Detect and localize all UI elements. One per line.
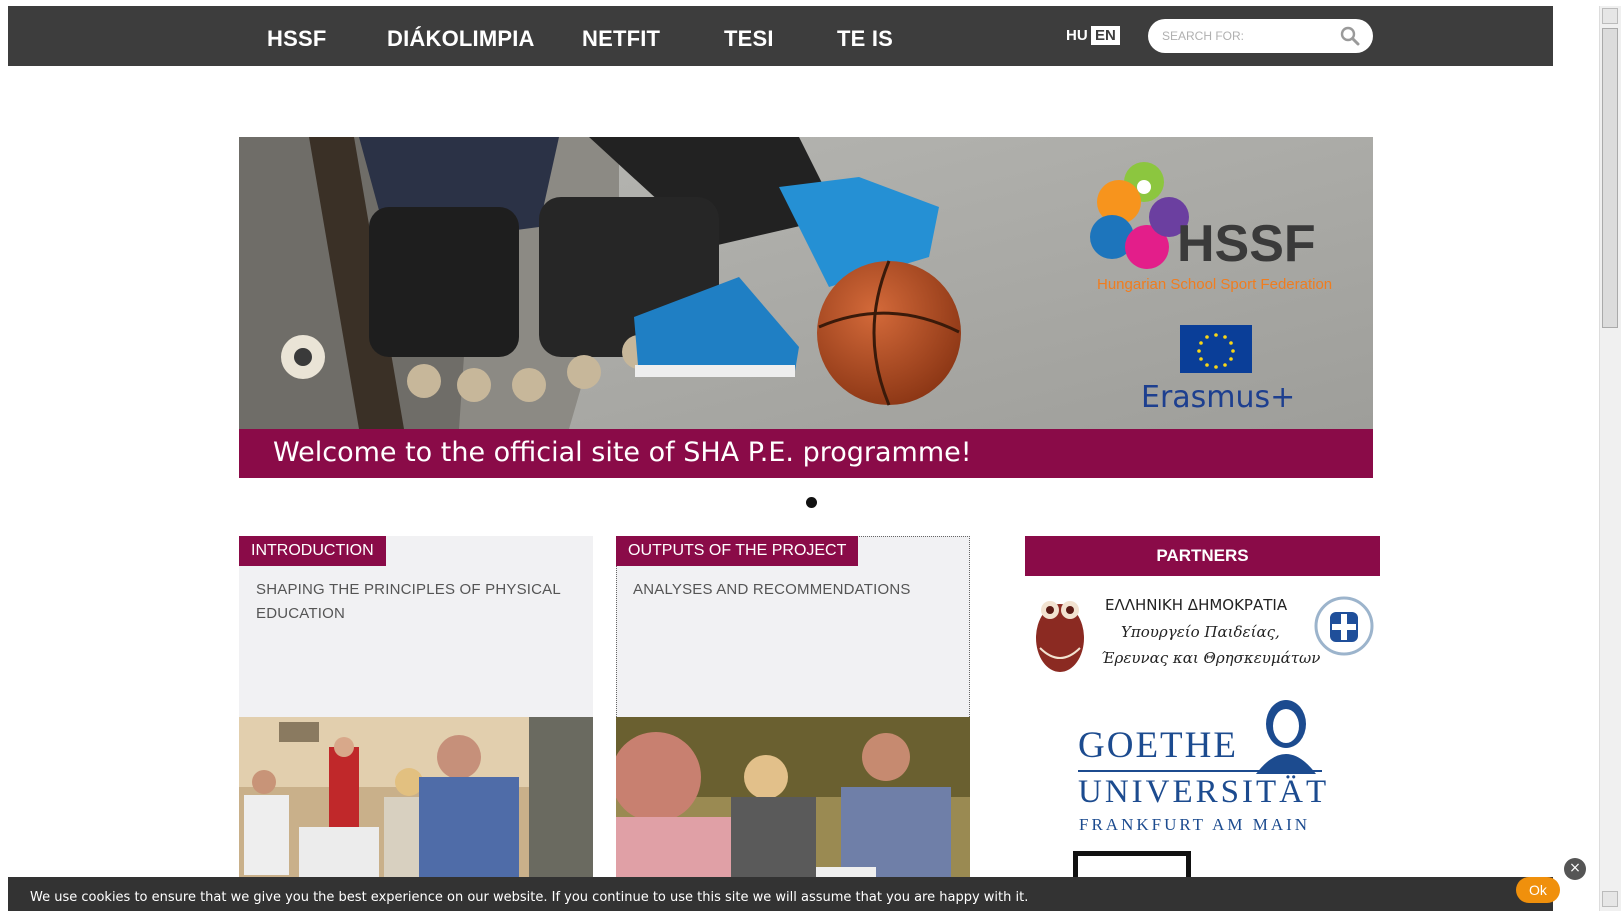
welcome-text: Welcome to the official site of SHA P.E.… <box>273 437 972 468</box>
hero-banner: Welcome to the official site of SHA P.E.… <box>239 429 1373 478</box>
goethe-line-2: UNIVERSITÄT <box>1078 774 1330 810</box>
greek-line-1: ΕΛΛΗΝΙΚΗ ΔΗΜΟΚΡΑΤΙΑ <box>1105 596 1288 614</box>
goethe-line-3: FRANKFURT AM MAIN <box>1079 815 1311 834</box>
greek-ministry-logo[interactable]: ΕΛΛΗΝΙΚΗ ΔΗΜΟΚΡΑΤΙΑ Υπουργείο Παιδείας, … <box>1025 588 1380 688</box>
hero-photo: HSSF Hungarian School Sport Federation E… <box>239 137 1373 429</box>
cookie-ok-button[interactable]: Ok <box>1516 877 1560 903</box>
nav-item-diakolimpia[interactable]: DIÁKOLIMPIA <box>387 26 535 51</box>
greek-emblem-icon <box>1314 596 1374 656</box>
search-box <box>1148 19 1373 53</box>
nav-item-netfit[interactable]: NETFIT <box>582 26 660 51</box>
greek-line-3: Έρευνας και Θρησκευμάτων <box>1101 649 1321 667</box>
card-label: OUTPUTS OF THE PROJECT <box>616 536 859 566</box>
slider-dot-1[interactable] <box>806 497 817 508</box>
goethe-portrait-icon <box>1256 700 1316 774</box>
partner-logo-partial[interactable] <box>1073 851 1191 877</box>
cookie-close-icon[interactable]: × <box>1564 858 1586 880</box>
search-icon[interactable] <box>1340 26 1360 46</box>
card-label: INTRODUCTION <box>239 536 386 566</box>
goethe-line-1: GOETHE <box>1078 725 1238 766</box>
cookie-bar: We use cookies to ensure that we give yo… <box>8 877 1553 911</box>
erasmus-text: Erasmus+ <box>1141 380 1295 415</box>
owl-icon <box>1036 601 1084 672</box>
page-scrollbar[interactable] <box>1599 6 1621 911</box>
hssf-logo-subtitle: Hungarian School Sport Federation <box>1097 276 1332 293</box>
search-input[interactable] <box>1162 27 1332 45</box>
card-introduction[interactable]: INTRODUCTION SHAPING THE PRINCIPLES OF P… <box>239 536 593 911</box>
hero-image: HSSF Hungarian School Sport Federation E… <box>239 137 1373 429</box>
goethe-university-logo[interactable]: GOETHE UNIVERSITÄT FRANKFURT AM MAIN <box>1076 694 1336 834</box>
hssf-logo-title: HSSF <box>1177 215 1316 273</box>
nav-item-tesi[interactable]: TESI <box>724 26 774 51</box>
page: HSSF DIÁKOLIMPIA NETFIT TESI TE IS HU EN <box>8 6 1553 911</box>
goethe-divider <box>1078 770 1322 772</box>
language-en-link[interactable]: EN <box>1091 26 1120 45</box>
top-navigation-bar: HSSF DIÁKOLIMPIA NETFIT TESI TE IS HU EN <box>8 6 1553 66</box>
language-hu-link[interactable]: HU <box>1062 26 1092 45</box>
nav-item-te-is[interactable]: TE IS <box>837 26 893 51</box>
nav-item-hssf[interactable]: HSSF <box>267 26 326 51</box>
card-outputs[interactable]: OUTPUTS OF THE PROJECT ANALYSES AND RECO… <box>616 536 970 911</box>
card-title[interactable]: ANALYSES AND RECOMMENDATIONS <box>633 578 953 602</box>
scroll-up-button[interactable] <box>1602 8 1618 24</box>
scroll-down-button[interactable] <box>1602 891 1618 907</box>
card-title[interactable]: SHAPING THE PRINCIPLES OF PHYSICAL EDUCA… <box>256 578 576 626</box>
greek-line-2: Υπουργείο Παιδείας, <box>1121 623 1280 641</box>
cookie-message: We use cookies to ensure that we give yo… <box>30 890 1029 905</box>
scroll-thumb[interactable] <box>1602 28 1618 328</box>
partners-heading: PARTNERS <box>1025 536 1380 576</box>
